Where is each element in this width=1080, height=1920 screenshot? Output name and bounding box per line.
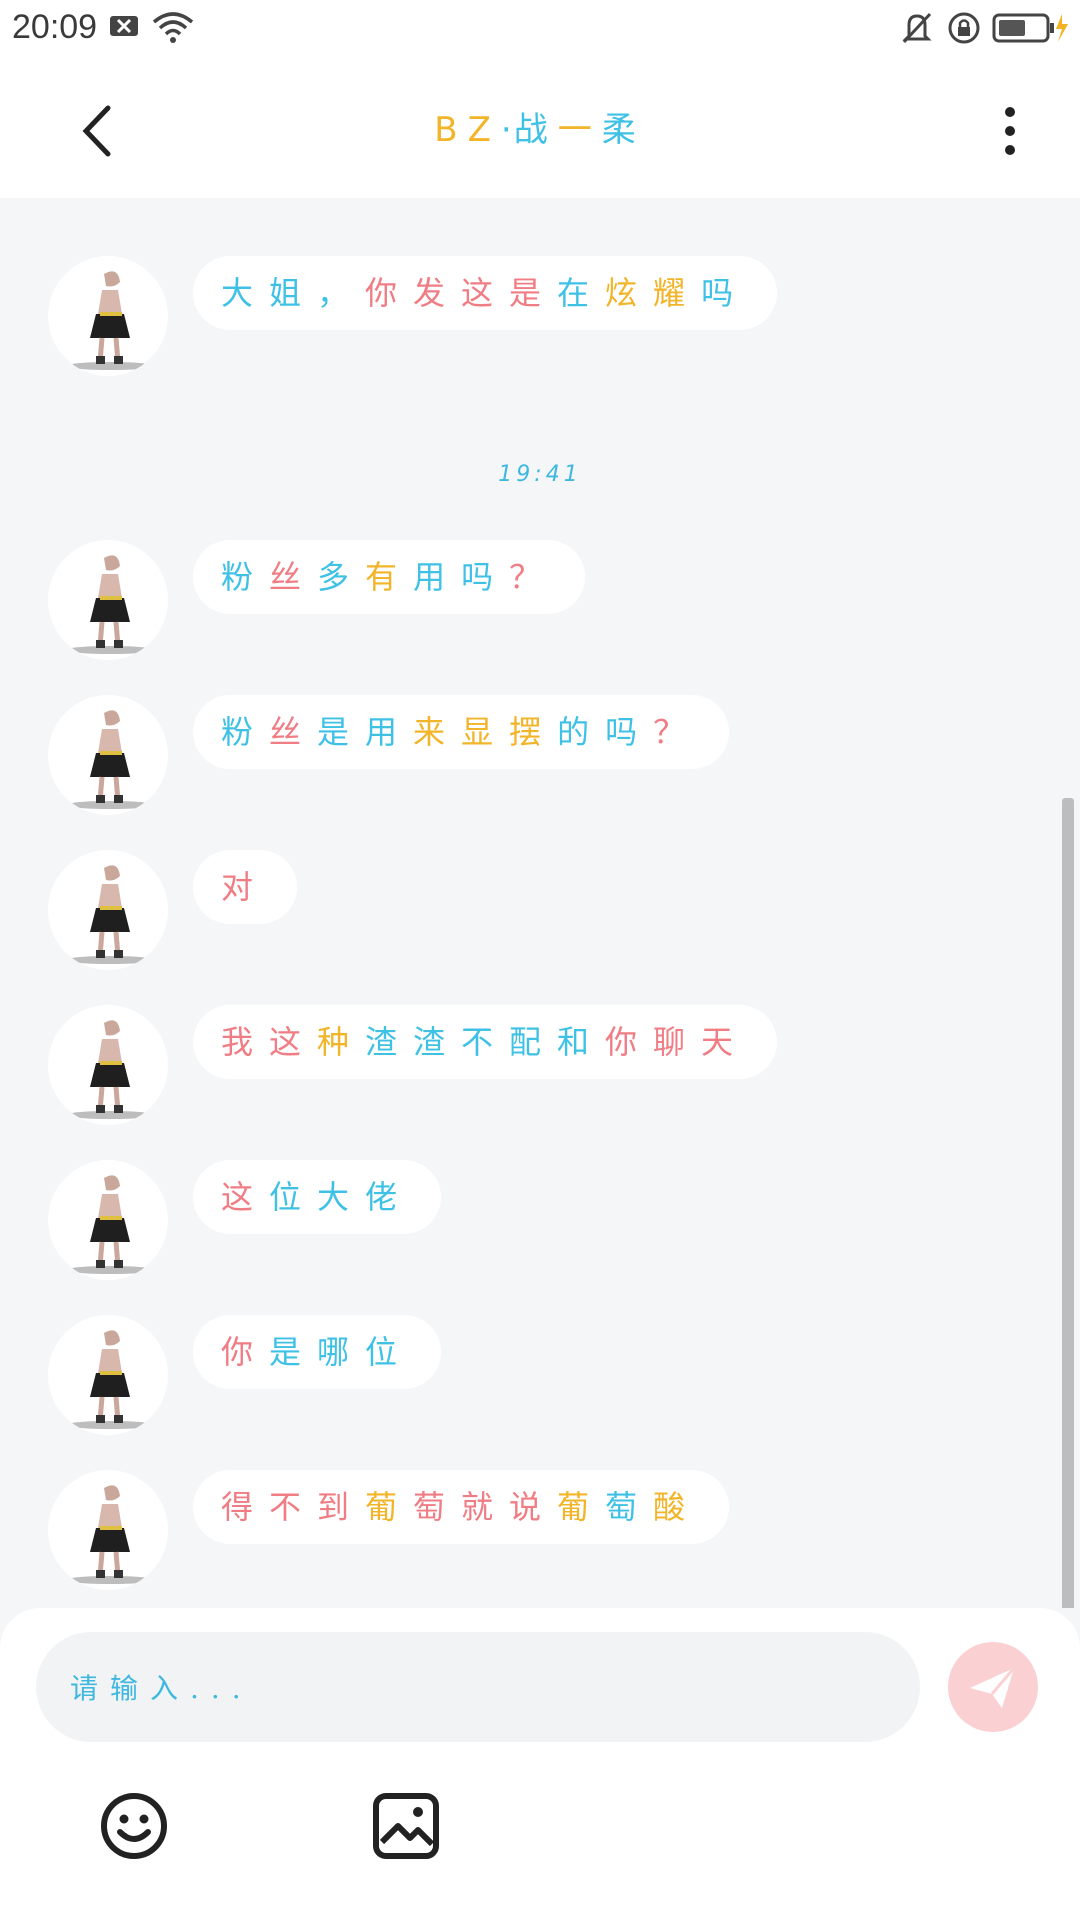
message-text-segment: 种 bbox=[317, 1023, 366, 1061]
message-bubble[interactable]: 这位大佬 bbox=[193, 1160, 442, 1234]
message-text-segment: 酸 bbox=[653, 1488, 702, 1526]
message-bubble[interactable]: 你是哪位 bbox=[193, 1315, 442, 1389]
message-bubble[interactable]: 我这种渣渣不配和你聊天 bbox=[193, 1005, 778, 1079]
message-text-segment: 多 bbox=[317, 558, 366, 596]
avatar[interactable] bbox=[48, 1470, 168, 1590]
avatar[interactable] bbox=[48, 1160, 168, 1280]
page-title: BZ·战一柔 bbox=[0, 102, 1080, 151]
message-bubble[interactable]: 对 bbox=[193, 850, 298, 924]
message-text-segment: 你 bbox=[221, 1333, 270, 1371]
more-options-button[interactable] bbox=[990, 96, 1030, 166]
image-icon bbox=[373, 1793, 439, 1859]
title-part: 柔 bbox=[601, 110, 646, 150]
avatar[interactable] bbox=[48, 540, 168, 660]
message-text-segment: 我这 bbox=[221, 1023, 318, 1061]
status-time: 20:09 bbox=[12, 8, 98, 46]
avatar-figure-icon bbox=[66, 1330, 154, 1429]
message-input[interactable] bbox=[68, 1632, 892, 1744]
message-text-segment: 萄 bbox=[605, 1488, 654, 1526]
avatar-figure-icon bbox=[66, 1485, 154, 1584]
status-bar: 20:09 bbox=[0, 0, 1080, 60]
message-text-segment: 萄就说 bbox=[413, 1488, 558, 1526]
avatar[interactable] bbox=[48, 695, 168, 815]
battery-charging-icon bbox=[992, 10, 1072, 50]
message-text-segment: 的吗 bbox=[557, 713, 654, 751]
avatar[interactable] bbox=[48, 1005, 168, 1125]
avatar[interactable] bbox=[48, 1315, 168, 1435]
title-part: 战 bbox=[513, 110, 558, 150]
avatar-figure-icon bbox=[66, 1020, 154, 1119]
message-text-segment: 大姐， bbox=[221, 274, 366, 312]
message-bubble[interactable]: 粉丝多有用吗？ bbox=[193, 540, 586, 614]
message-text-segment: 葡 bbox=[557, 1488, 606, 1526]
more-vertical-icon bbox=[1005, 107, 1015, 155]
message-text-segment: ？ bbox=[653, 713, 702, 751]
message-list[interactable]: 19:41 大姐，你发这是在炫耀吗 粉丝多有用吗？ 粉丝是用来显摆的吗？ 对 我… bbox=[0, 198, 1080, 1608]
composer-panel bbox=[0, 1608, 1080, 1920]
message-bubble[interactable]: 得不到葡萄就说葡萄酸 bbox=[193, 1470, 730, 1544]
send-button[interactable] bbox=[948, 1642, 1038, 1732]
message-text-segment: 丝 bbox=[269, 713, 318, 751]
message-text-segment: 你聊天 bbox=[605, 1023, 750, 1061]
message-text-segment: 来显摆 bbox=[413, 713, 558, 751]
close-box-icon bbox=[108, 10, 140, 46]
avatar-figure-icon bbox=[66, 271, 154, 370]
message-text-segment: 位大佬 bbox=[269, 1178, 414, 1216]
message-text-segment: 用吗 bbox=[413, 558, 510, 596]
message-text-segment: 粉 bbox=[221, 713, 270, 751]
image-button[interactable] bbox=[370, 1790, 442, 1862]
message-text-segment: 得不到 bbox=[221, 1488, 366, 1526]
avatar-figure-icon bbox=[66, 1175, 154, 1274]
title-part: 一 bbox=[557, 110, 602, 150]
emoji-icon bbox=[101, 1793, 167, 1859]
message-text-segment: 是哪位 bbox=[269, 1333, 414, 1371]
send-icon bbox=[970, 1667, 1016, 1708]
avatar[interactable] bbox=[48, 850, 168, 970]
avatar-figure-icon bbox=[66, 555, 154, 654]
message-text-segment: 是用 bbox=[317, 713, 414, 751]
message-bubble[interactable]: 粉丝是用来显摆的吗？ bbox=[193, 695, 730, 769]
avatar-figure-icon bbox=[66, 865, 154, 964]
message-text-segment: 粉 bbox=[221, 558, 270, 596]
message-text-segment: 有 bbox=[365, 558, 414, 596]
message-input-container bbox=[36, 1632, 920, 1744]
wifi-icon bbox=[152, 10, 194, 50]
lock-rotation-icon bbox=[946, 10, 982, 50]
scrollbar[interactable] bbox=[1062, 798, 1074, 1608]
message-text-segment: 炫耀 bbox=[605, 274, 702, 312]
timestamp: 19:41 bbox=[498, 462, 582, 487]
message-text-segment: 葡 bbox=[365, 1488, 414, 1526]
title-part: · bbox=[500, 110, 514, 150]
title-part: BZ bbox=[434, 110, 501, 150]
message-text-segment: 渣渣不配和 bbox=[365, 1023, 606, 1061]
emoji-button[interactable] bbox=[98, 1790, 170, 1862]
message-text-segment: 吗 bbox=[701, 274, 750, 312]
message-text-segment: 你发这是 bbox=[365, 274, 558, 312]
bell-off-icon bbox=[900, 10, 934, 50]
message-text-segment: 这 bbox=[221, 1178, 270, 1216]
avatar-figure-icon bbox=[66, 710, 154, 809]
message-text-segment: 对 bbox=[221, 868, 270, 906]
message-bubble[interactable]: 大姐，你发这是在炫耀吗 bbox=[193, 256, 778, 330]
message-text-segment: 在 bbox=[557, 274, 606, 312]
chat-header: BZ·战一柔 bbox=[0, 60, 1080, 198]
message-text-segment: ？ bbox=[509, 558, 558, 596]
message-text-segment: 丝 bbox=[269, 558, 318, 596]
avatar[interactable] bbox=[48, 256, 168, 376]
